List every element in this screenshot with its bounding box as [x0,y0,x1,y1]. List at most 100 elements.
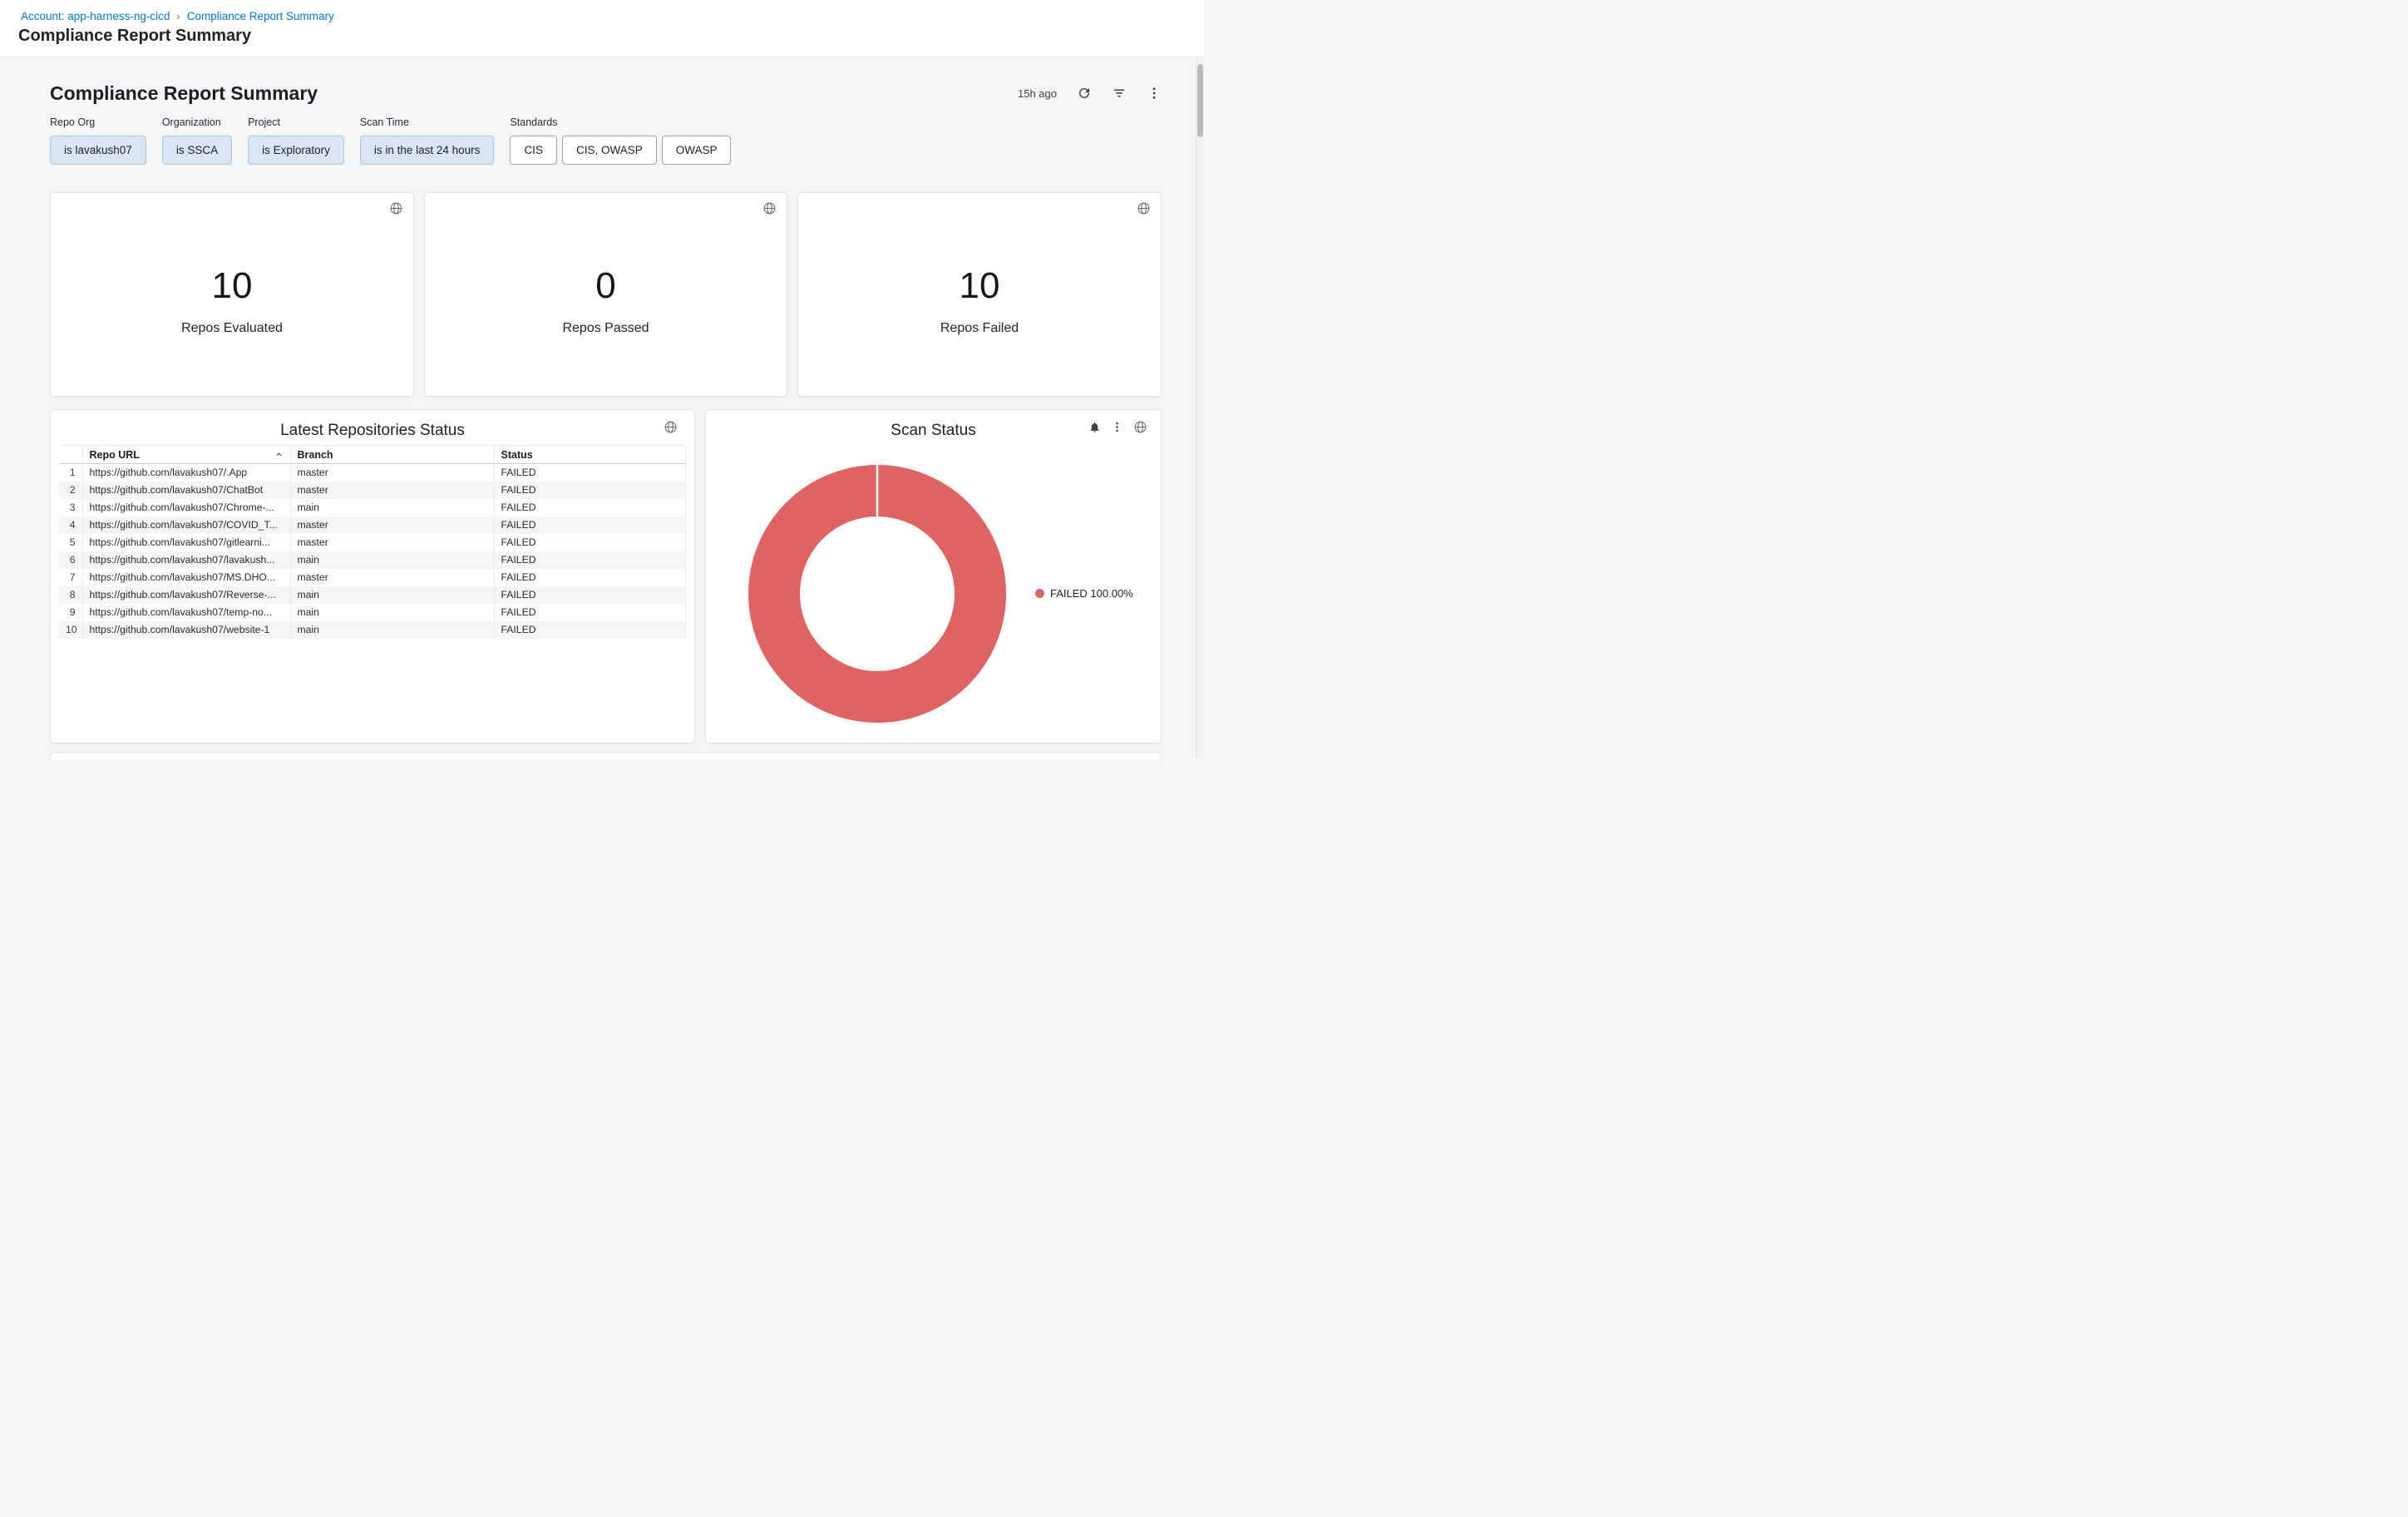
table-row[interactable]: 7 https://github.com/lavakush07/MS.DHO..… [59,569,686,586]
status-cell: FAILED [494,604,686,621]
row-index: 4 [59,516,82,534]
table-row[interactable]: 5 https://github.com/lavakush07/gitlearn… [59,534,686,551]
status-cell: FAILED [494,586,686,604]
repo-url-cell: https://github.com/lavakush07/.App [82,464,290,482]
globe-icon[interactable] [1133,420,1147,434]
table-row[interactable]: 2 https://github.com/lavakush07/ChatBot … [59,482,686,499]
repo-url-cell: https://github.com/lavakush07/temp-no... [82,604,290,621]
filter-chip-repo-org[interactable]: is lavakush07 [50,136,146,165]
tile-more-options-icon[interactable] [1111,421,1123,433]
alert-bell-icon[interactable] [1088,421,1101,433]
stat-value: 10 [960,268,1000,304]
filter-label: Organization [162,116,232,128]
table-row[interactable]: 8 https://github.com/lavakush07/Reverse-… [59,586,686,604]
table-row[interactable]: 3 https://github.com/lavakush07/Chrome-.… [59,499,686,516]
table-row[interactable]: 4 https://github.com/lavakush07/COVID_T.… [59,516,686,534]
more-options-icon[interactable] [1147,86,1162,101]
repo-url-cell: https://github.com/lavakush07/lavakush..… [82,551,290,569]
dashboard-controls: 15h ago [1018,86,1162,101]
status-cell: FAILED [494,464,686,482]
branch-cell: master [290,534,494,551]
branch-cell: main [290,621,494,639]
filter-repo-org: Repo Org is lavakush07 [50,116,146,165]
row-index: 2 [59,482,82,499]
column-header-label: Repo URL [90,449,140,461]
stat-value: 0 [595,268,615,304]
breadcrumb-account-link[interactable]: Account: app-harness-ng-cicd [21,10,170,22]
filter-chip-organization[interactable]: is SSCA [162,136,232,165]
breadcrumb: Account: app-harness-ng-cicd › Complianc… [21,10,334,22]
filter-organization: Organization is SSCA [162,116,232,165]
next-card-peek [50,752,1162,760]
page-title: Compliance Report Summary [18,27,251,46]
column-header-status[interactable]: Status [494,446,686,464]
stat-value: 10 [212,268,253,304]
filter-label: Repo Org [50,116,146,128]
status-cell: FAILED [494,516,686,534]
column-header-repo-url[interactable]: Repo URL [82,446,290,464]
stat-label: Repos Evaluated [181,321,283,336]
filter-label: Standards [510,116,731,128]
status-cell: FAILED [494,569,686,586]
stat-label: Repos Passed [562,321,649,336]
top-bar: Account: app-harness-ng-cicd › Complianc… [0,0,1204,57]
filter-standards: Standards CIS CIS, OWASP OWASP [510,116,731,165]
stat-card-repos-evaluated: 10 Repos Evaluated [50,192,414,397]
row-index: 10 [59,621,82,639]
scan-status-donut-chart[interactable] [744,461,1010,727]
repo-url-cell: https://github.com/lavakush07/gitlearni.… [82,534,290,551]
table-row[interactable]: 6 https://github.com/lavakush07/lavakush… [59,551,686,569]
scrollbar-thumb[interactable] [1197,64,1203,137]
table-header-row: Repo URL Branch Status [59,446,686,464]
row-number-header [59,446,82,464]
globe-icon[interactable] [1137,201,1151,215]
filter-chip-project[interactable]: is Exploratory [248,136,344,165]
repo-url-cell: https://github.com/lavakush07/Chrome-... [82,499,290,516]
breadcrumb-separator-icon: › [176,10,180,22]
scan-status-card: Scan Status FAILED 100.00% [705,409,1162,744]
scan-status-toolbar [1088,420,1147,434]
chart-legend[interactable]: FAILED 100.00% [1035,587,1133,600]
status-cell: FAILED [494,551,686,569]
last-updated-label: 15h ago [1018,87,1057,100]
row-index: 3 [59,499,82,516]
table-row[interactable]: 9 https://github.com/lavakush07/temp-no.… [59,604,686,621]
filter-icon[interactable] [1112,86,1127,101]
branch-cell: master [290,482,494,499]
globe-icon[interactable] [389,201,403,215]
page-scrollbar[interactable] [1196,57,1204,758]
repo-url-cell: https://github.com/lavakush07/COVID_T... [82,516,290,534]
table-row[interactable]: 10 https://github.com/lavakush07/website… [59,621,686,639]
row-index: 8 [59,586,82,604]
branch-cell: master [290,516,494,534]
filters-bar: Repo Org is lavakush07 Organization is S… [50,116,731,165]
filter-label: Scan Time [360,116,495,128]
table-row[interactable]: 1 https://github.com/lavakush07/.App mas… [59,464,686,482]
stat-label: Repos Failed [940,321,1019,336]
filter-chip-standards-cis-owasp[interactable]: CIS, OWASP [562,136,657,165]
column-header-branch[interactable]: Branch [290,446,494,464]
branch-cell: master [290,569,494,586]
row-index: 7 [59,569,82,586]
status-cell: FAILED [494,499,686,516]
donut-ring [774,491,980,697]
repositories-table: Repo URL Branch Status 1 https://github.… [59,445,686,639]
globe-icon[interactable] [762,201,777,215]
sort-ascending-icon[interactable] [274,450,284,459]
status-cell: FAILED [494,534,686,551]
branch-cell: main [290,604,494,621]
filter-label: Project [248,116,344,128]
stat-card-repos-passed: 0 Repos Passed [424,192,787,397]
status-cell: FAILED [494,482,686,499]
branch-cell: main [290,586,494,604]
refresh-icon[interactable] [1077,86,1092,101]
repo-url-cell: https://github.com/lavakush07/website-1 [82,621,290,639]
breadcrumb-current-link[interactable]: Compliance Report Summary [187,10,334,22]
filter-chip-standards-cis[interactable]: CIS [510,136,557,165]
filter-chip-scan-time[interactable]: is in the last 24 hours [360,136,495,165]
filter-project: Project is Exploratory [248,116,344,165]
globe-icon[interactable] [664,420,678,434]
filter-chip-standards-owasp[interactable]: OWASP [662,136,732,165]
row-index: 9 [59,604,82,621]
legend-label: FAILED 100.00% [1050,587,1133,600]
